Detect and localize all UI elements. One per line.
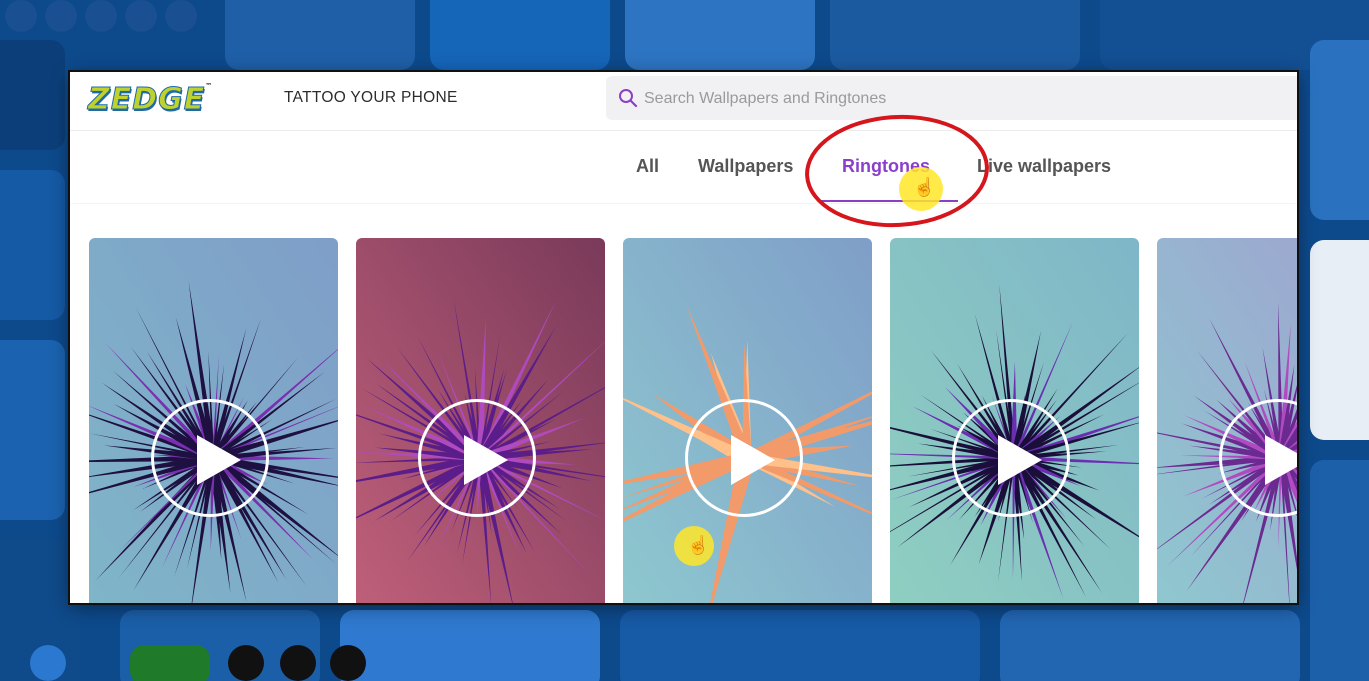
hand-cursor-icon: ☝ [913, 177, 936, 197]
tab-wallpapers[interactable]: Wallpapers [698, 156, 793, 177]
ringtone-card[interactable] [623, 238, 872, 603]
play-icon[interactable] [952, 399, 1070, 517]
ringtone-card[interactable] [890, 238, 1139, 603]
play-icon[interactable] [685, 399, 803, 517]
ringtone-card[interactable] [356, 238, 605, 603]
tab-all[interactable]: All [636, 156, 659, 177]
site-header: ZEDGE™ TATTOO YOUR PHONE [70, 72, 1297, 131]
site-tagline: TATTOO YOUR PHONE [284, 89, 458, 106]
browser-window: ZEDGE™ TATTOO YOUR PHONE All Wallpapers … [70, 72, 1297, 603]
search-bar[interactable] [606, 76, 1297, 122]
search-icon [619, 89, 638, 108]
ringtone-card[interactable] [1157, 238, 1297, 603]
search-input[interactable] [642, 76, 1246, 122]
play-icon[interactable] [418, 399, 536, 517]
logo-text: ZEDGE [87, 82, 206, 118]
zedge-logo[interactable]: ZEDGE™ [87, 82, 214, 118]
ringtone-card[interactable] [89, 238, 338, 603]
play-icon[interactable] [151, 399, 269, 517]
logo-trademark: ™ [205, 82, 214, 90]
hand-cursor-icon: ☝ [687, 535, 710, 555]
category-tabs: All Wallpapers Ringtones Live wallpapers [70, 131, 1297, 203]
tab-live-wallpapers[interactable]: Live wallpapers [977, 156, 1111, 177]
